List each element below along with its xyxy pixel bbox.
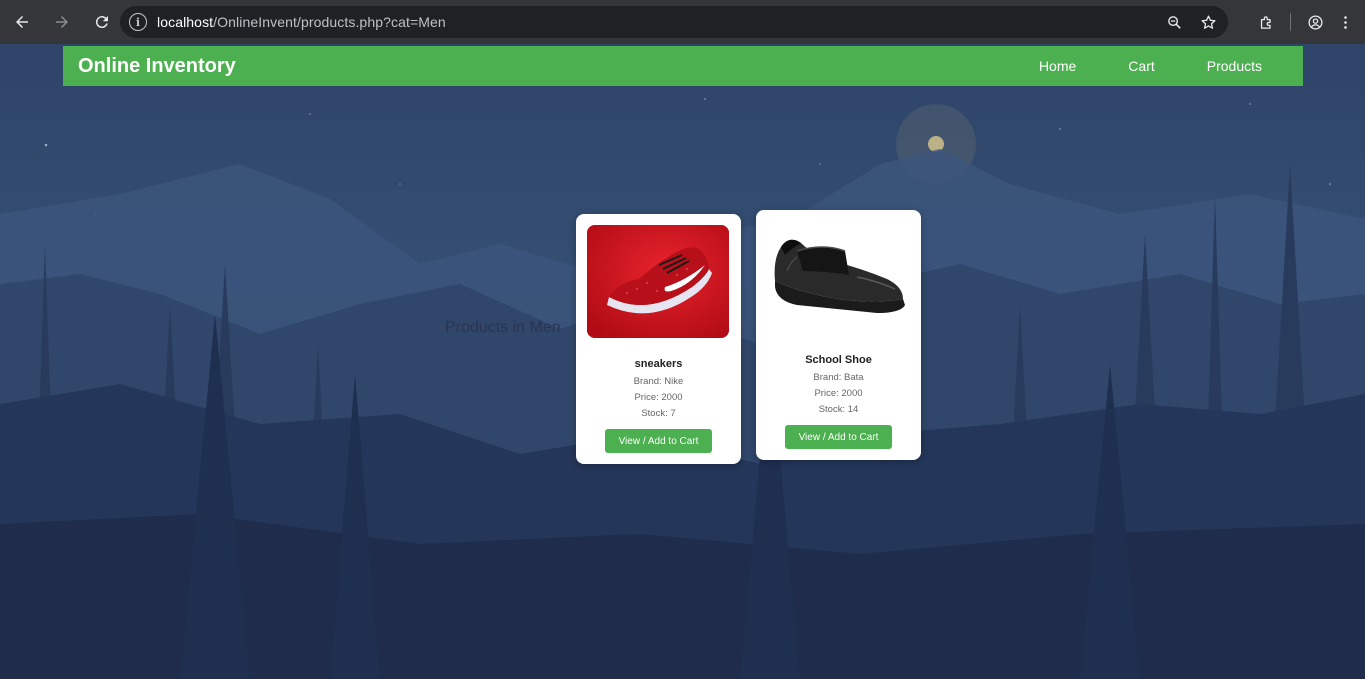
view-add-to-cart-button[interactable]: View / Add to Cart — [785, 425, 892, 449]
product-card: School Shoe Brand: Bata Price: 2000 Stoc… — [756, 210, 921, 460]
site-info-icon[interactable]: i — [129, 13, 147, 31]
product-brand: Brand: Nike — [633, 376, 684, 387]
nav-link-products[interactable]: Products — [1186, 58, 1303, 74]
url-host: localhost — [157, 14, 214, 30]
menu-kebab-icon[interactable] — [1333, 10, 1357, 34]
nav-menu: Home Cart Products — [1018, 46, 1303, 86]
address-bar[interactable]: i localhost/OnlineInvent/products.php?ca… — [120, 6, 1228, 38]
top-navbar: Online Inventory Home Cart Products — [63, 46, 1303, 86]
product-name: sneakers — [634, 358, 683, 370]
page-heading: Products in Men — [445, 319, 561, 336]
page-viewport: Online Inventory Home Cart Products Prod… — [0, 44, 1365, 679]
forward-icon[interactable] — [44, 4, 80, 40]
url-path: /OnlineInvent/products.php?cat=Men — [213, 14, 446, 30]
product-stock: Stock: 7 — [641, 408, 676, 419]
product-brand: Brand: Bata — [813, 372, 864, 383]
nav-link-cart[interactable]: Cart — [1102, 58, 1185, 74]
browser-toolbar: i localhost/OnlineInvent/products.php?ca… — [0, 0, 1365, 44]
nav-link-home[interactable]: Home — [1018, 58, 1102, 74]
product-price: Price: 2000 — [814, 388, 863, 399]
zoom-icon[interactable] — [1162, 10, 1186, 34]
view-add-to-cart-button[interactable]: View / Add to Cart — [605, 429, 712, 453]
product-image-black-school-shoe[interactable] — [767, 221, 909, 334]
url-text: localhost/OnlineInvent/products.php?cat=… — [157, 14, 446, 30]
site-brand[interactable]: Online Inventory — [78, 55, 236, 78]
extensions-icon[interactable] — [1254, 10, 1278, 34]
bookmark-star-icon[interactable] — [1196, 10, 1220, 34]
product-stock: Stock: 14 — [818, 404, 859, 415]
product-name: School Shoe — [805, 354, 872, 366]
product-price: Price: 2000 — [634, 392, 683, 403]
reload-icon[interactable] — [84, 4, 120, 40]
toolbar-divider — [1290, 13, 1291, 31]
back-icon[interactable] — [4, 4, 40, 40]
profile-icon[interactable] — [1303, 10, 1327, 34]
product-card: sneakers Brand: Nike Price: 2000 Stock: … — [576, 214, 741, 464]
product-image-red-sneaker[interactable] — [587, 225, 729, 338]
